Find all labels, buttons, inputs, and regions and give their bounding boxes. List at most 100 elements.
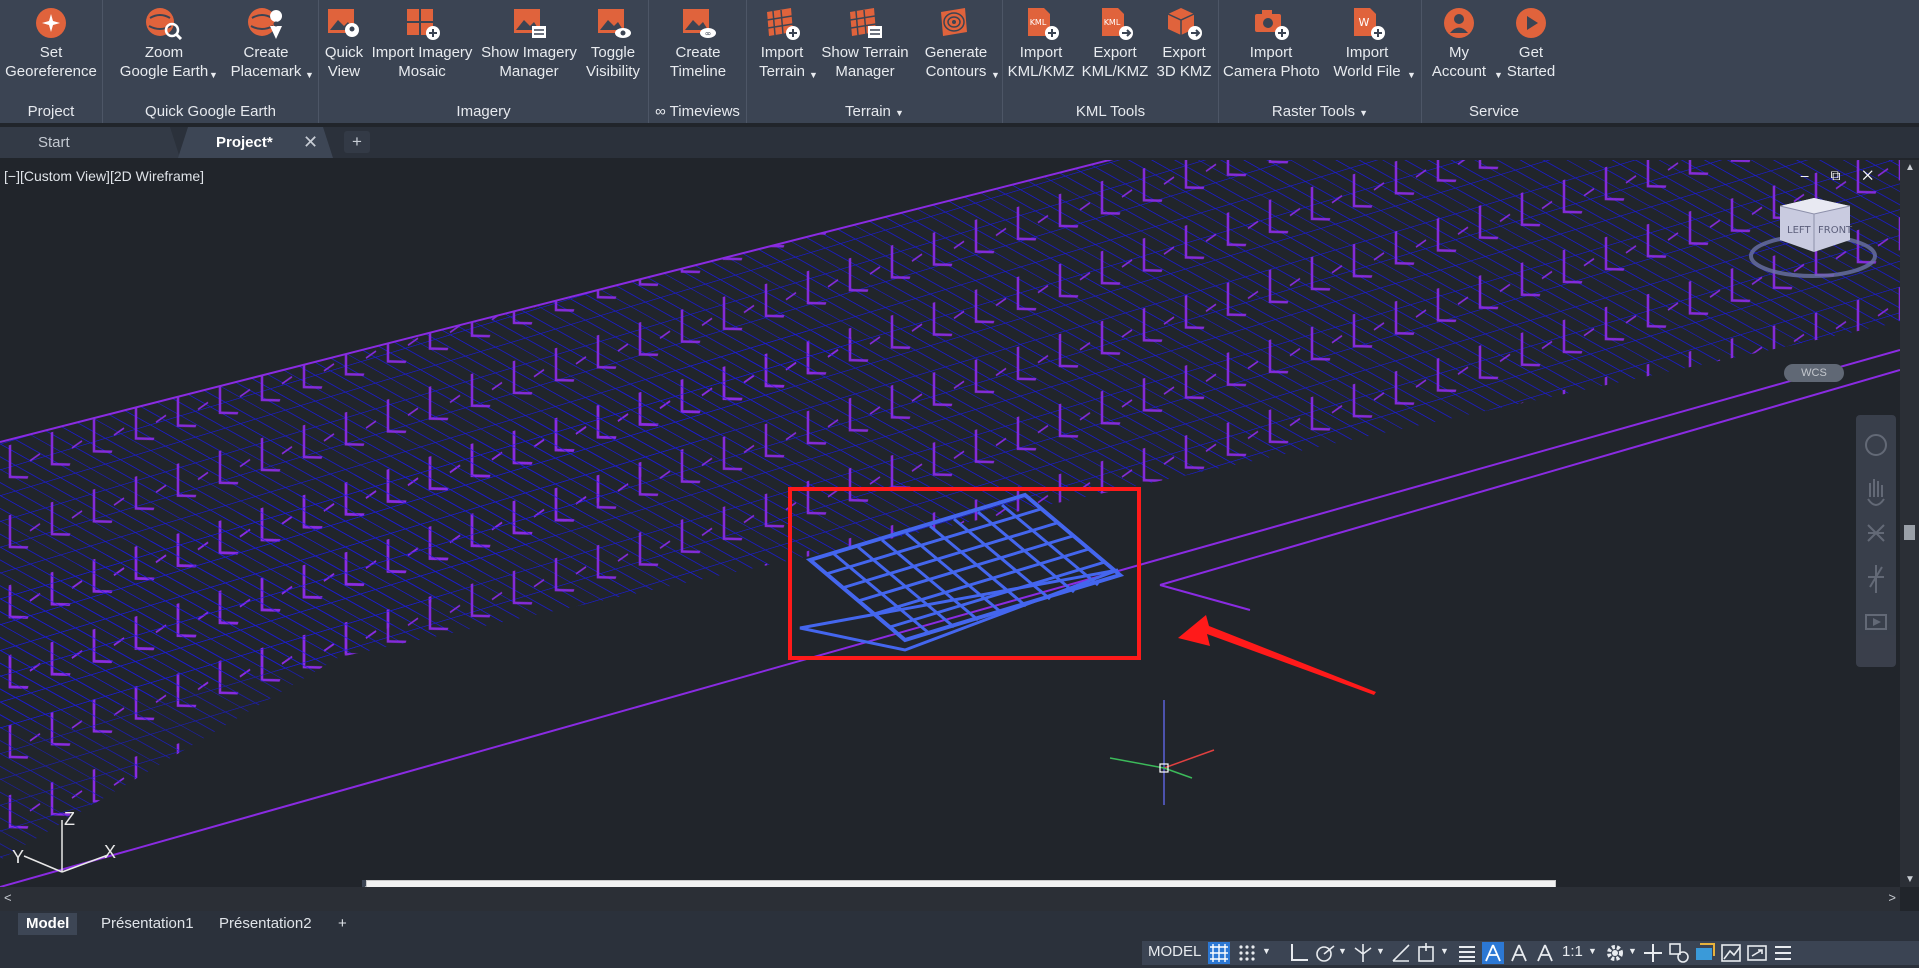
create-timeline-button[interactable]: ∞ Create Timeline <box>653 6 743 81</box>
import-camera-photo-button[interactable]: Import Camera Photo <box>1223 6 1320 81</box>
clean-screen-icon[interactable] <box>1720 942 1742 964</box>
export-kml-kmz-button[interactable]: KML Export KML/KMZ <box>1081 6 1149 81</box>
panel-title-service: Service <box>1468 103 1520 120</box>
import-world-file-button[interactable]: W Import World File <box>1327 6 1407 81</box>
isolate-objects-icon[interactable] <box>1668 942 1690 964</box>
close-icon[interactable]: ✕ <box>303 127 318 158</box>
import-kml-kmz-button[interactable]: KML Import KML/KMZ <box>1007 6 1075 81</box>
panel-kml-tools: KML Import KML/KMZ KML Export KML/KMZ Ex… <box>1003 0 1219 123</box>
panel-title-timeviews: ∞ Timeviews <box>655 103 740 120</box>
toggle-visibility-icon <box>598 9 631 38</box>
set-georeference-button[interactable]: Set Georeference <box>5 6 97 81</box>
scroll-thumb[interactable] <box>1904 525 1915 540</box>
model-space-toggle[interactable]: MODEL <box>1148 943 1201 960</box>
import-kml-kmz-label: Import <box>1019 44 1063 61</box>
chevron-down-icon[interactable]: ▼ <box>1588 946 1597 956</box>
export-3d-kmz-button[interactable]: Export 3D KMZ <box>1153 6 1215 81</box>
chevron-down-icon[interactable]: ▼ <box>305 70 314 80</box>
chevron-down-icon[interactable]: ▼ <box>1376 946 1385 956</box>
import-imagery-mosaic-button[interactable]: Import Imagery Mosaic <box>369 6 475 81</box>
scroll-up-icon[interactable]: ▲ <box>1905 162 1915 173</box>
grid-icon[interactable] <box>1208 942 1230 964</box>
object-snap-icon[interactable] <box>1416 942 1438 964</box>
object-snap-tracking-icon[interactable] <box>1390 942 1412 964</box>
panel-terrain: Import Terrain ▼ Show Terrain Manager Ge… <box>747 0 1003 123</box>
layout-tab-bar: Model Présentation1 Présentation2 + <box>0 911 1919 937</box>
import-terrain-label-2: Terrain <box>759 63 805 80</box>
chevron-down-icon[interactable]: ▼ <box>1628 946 1637 956</box>
view-controls-label[interactable]: [−][Custom View][2D Wireframe] <box>4 168 204 184</box>
scroll-left-icon[interactable]: < <box>4 890 12 905</box>
highlight-arrow <box>1178 615 1376 695</box>
pan-icon[interactable] <box>1867 479 1885 506</box>
viewport-window-controls[interactable]: – ⧉ ✕ <box>1801 167 1882 184</box>
scroll-right-icon[interactable]: > <box>1888 890 1896 905</box>
chevron-down-icon[interactable]: ▼ <box>809 70 818 80</box>
import-terrain-button[interactable]: Import Terrain <box>751 6 813 81</box>
toggle-visibility-label: Toggle <box>590 44 636 61</box>
create-placemark-button[interactable]: Create Placemark <box>221 6 311 81</box>
add-tab-button[interactable]: + <box>344 131 370 153</box>
toggle-visibility-label-2: Visibility <box>586 63 640 80</box>
zoom-google-earth-button[interactable]: Zoom Google Earth <box>113 6 215 81</box>
fullscreen-icon[interactable] <box>1746 942 1768 964</box>
panel-title-raster-tools[interactable]: Raster Tools ▼ <box>1219 103 1421 120</box>
panel-title-terrain[interactable]: Terrain ▼ <box>747 103 1002 120</box>
create-placemark-label-2: Placemark <box>230 63 302 80</box>
scroll-down-icon[interactable]: ▼ <box>1905 874 1915 885</box>
steering-wheel-icon[interactable] <box>1865 434 1887 456</box>
chevron-down-icon[interactable]: ▼ <box>1262 946 1271 956</box>
isodraft-icon[interactable] <box>1352 942 1374 964</box>
export-kml-kmz-label-2: KML/KMZ <box>1081 63 1149 80</box>
create-timeline-label: Create <box>675 44 721 61</box>
zoom-extents-icon[interactable] <box>1867 524 1885 542</box>
my-account-button[interactable]: My Account <box>1430 6 1488 81</box>
import-kml-kmz-label-2: KML/KMZ <box>1007 63 1075 80</box>
chevron-down-icon[interactable]: ▼ <box>1407 70 1416 80</box>
menu-icon[interactable] <box>1772 942 1794 964</box>
export-3d-kmz-label-2: 3D KMZ <box>1156 63 1212 80</box>
generate-contours-button[interactable]: Generate Contours <box>917 6 995 81</box>
tab-start[interactable]: Start <box>0 127 180 158</box>
show-imagery-manager-label: Show Imagery <box>481 44 577 61</box>
chevron-down-icon[interactable]: ▼ <box>1338 946 1347 956</box>
horizontal-scrollbar[interactable]: < > <box>0 887 1900 911</box>
tab-model[interactable]: Model <box>18 913 78 935</box>
annotation-scale-icon[interactable] <box>1534 942 1556 964</box>
orbit-icon[interactable] <box>1868 565 1884 593</box>
navigation-bar[interactable] <box>1856 415 1896 667</box>
tab-presentation1[interactable]: Présentation1 <box>93 913 202 935</box>
add-layout-button[interactable]: + <box>330 913 355 935</box>
tab-presentation2[interactable]: Présentation2 <box>211 913 320 935</box>
panel-title-kml-tools: KML Tools <box>1075 103 1146 120</box>
plus-icon[interactable] <box>1642 942 1664 964</box>
chevron-down-icon[interactable]: ▼ <box>209 70 218 80</box>
vertical-scrollbar[interactable]: ▲ ▼ <box>1900 160 1919 887</box>
show-terrain-manager-button[interactable]: Show Terrain Manager <box>819 6 911 81</box>
annotation-visibility-icon[interactable] <box>1482 942 1504 964</box>
viewcube-left-face[interactable]: LEFT <box>1787 225 1811 236</box>
svg-text:KML: KML <box>1030 18 1047 27</box>
ortho-icon[interactable] <box>1288 942 1310 964</box>
polar-tracking-icon[interactable] <box>1314 942 1336 964</box>
drawing-viewport[interactable]: Z X Y LEFT FRONT [−][Custom View][2D Wir… <box>0 160 1900 887</box>
lineweight-icon[interactable] <box>1456 942 1478 964</box>
annotation-scale-value[interactable]: 1:1 <box>1562 943 1583 960</box>
viewcube-front-face[interactable]: FRONT <box>1818 225 1853 236</box>
export-kml-icon: KML <box>1102 8 1133 40</box>
show-imagery-manager-button[interactable]: Show Imagery Manager <box>479 6 579 81</box>
annotation-autoscale-icon[interactable] <box>1508 942 1530 964</box>
toggle-visibility-button[interactable]: Toggle Visibility <box>581 6 645 81</box>
contours-icon <box>941 8 967 36</box>
gear-icon[interactable] <box>1604 942 1626 964</box>
chevron-down-icon[interactable]: ▼ <box>991 70 1000 80</box>
snap-icon[interactable] <box>1236 942 1258 964</box>
create-placemark-label: Create <box>243 44 289 61</box>
get-started-button[interactable]: Get Started <box>1502 6 1560 81</box>
svg-text:W: W <box>1359 16 1370 29</box>
chevron-down-icon[interactable]: ▼ <box>1440 946 1449 956</box>
quick-view-button[interactable]: Quick View <box>321 6 367 81</box>
graphics-performance-icon[interactable] <box>1694 942 1716 964</box>
drawing-canvas[interactable]: Z X Y LEFT FRONT <box>0 160 1900 887</box>
wcs-menu[interactable]: WCS <box>1784 364 1844 382</box>
